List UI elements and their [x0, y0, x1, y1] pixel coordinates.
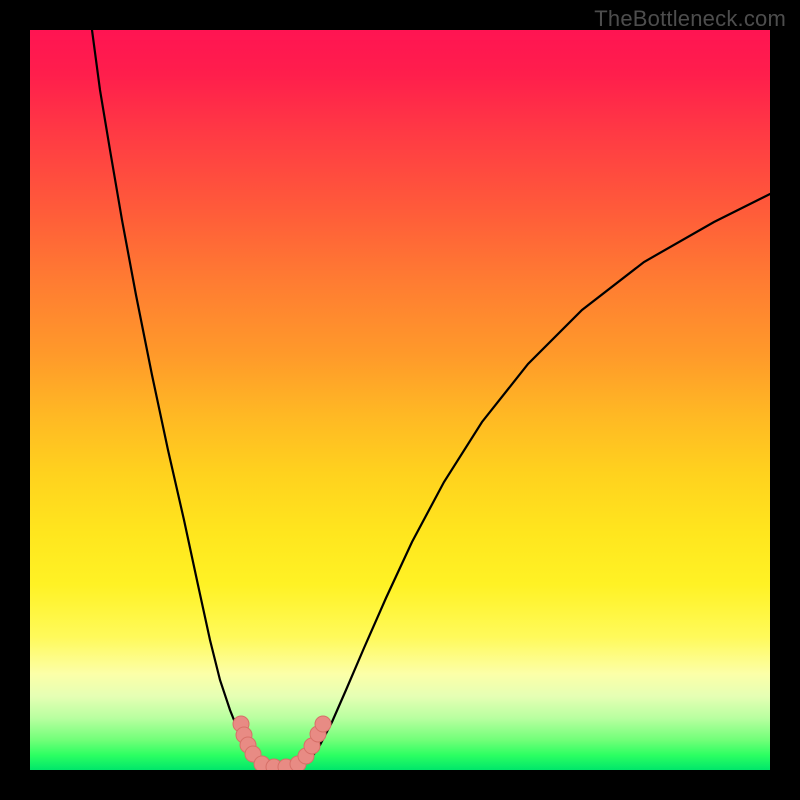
chart-frame: TheBottleneck.com [0, 0, 800, 800]
trough-markers [233, 716, 331, 770]
trough-marker [315, 716, 331, 732]
curve-svg [30, 30, 770, 770]
watermark-text: TheBottleneck.com [594, 6, 786, 32]
plot-area [30, 30, 770, 770]
bottleneck-curve [92, 30, 770, 768]
